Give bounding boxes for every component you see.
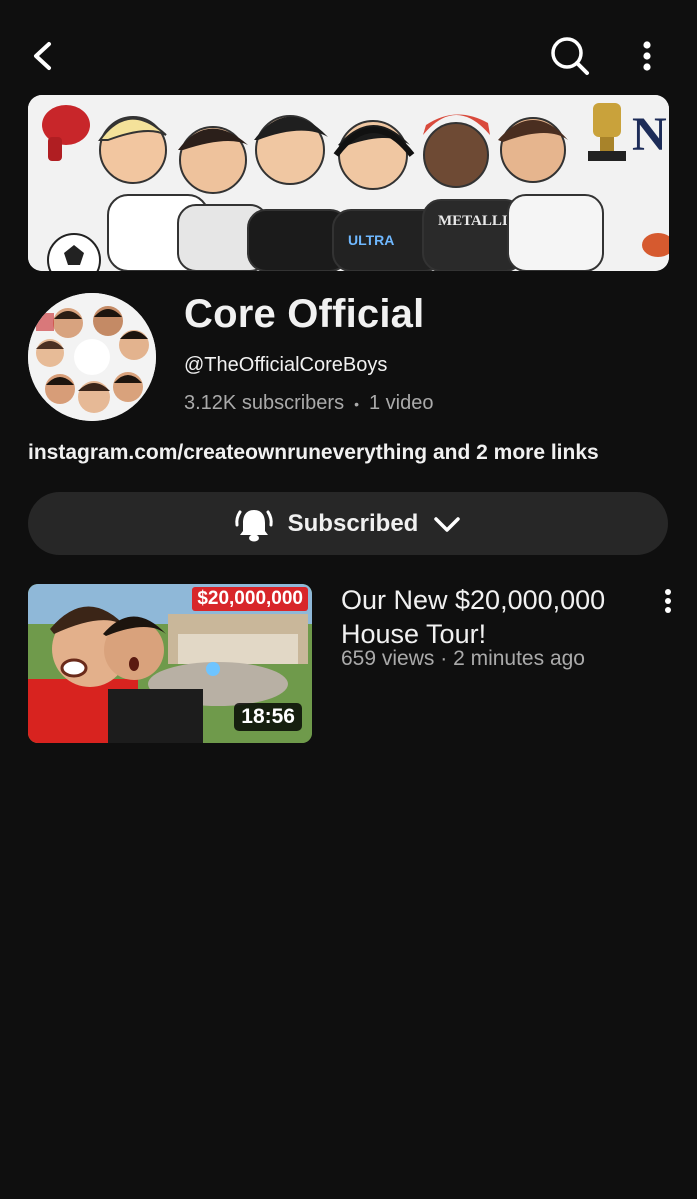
thumbnail-price-tag: $20,000,000 [192, 587, 308, 611]
search-icon [551, 37, 589, 75]
subscriber-count: 3.12K subscribers [184, 392, 345, 414]
trophy-icon [588, 103, 626, 161]
meta-separator: • [354, 395, 359, 412]
channel-link[interactable]: instagram.com/createownruneverything [28, 441, 427, 464]
top-bar [0, 0, 697, 95]
channel-banner: N ULTRA METALLICA [28, 95, 669, 271]
video-list-item[interactable]: $20,000,000 18:56 Our New $20,000,000 Ho… [28, 583, 671, 744]
video-duration: 18:56 [234, 703, 302, 731]
video-thumbnail[interactable]: $20,000,000 18:56 [28, 584, 312, 743]
video-title[interactable]: Our New $20,000,000 House Tour! [341, 583, 631, 651]
svg-text:ULTRA: ULTRA [348, 232, 394, 248]
channel-handle: @TheOfficialCoreBoys [184, 354, 388, 376]
svg-text:N: N [632, 108, 667, 161]
bell-icon [234, 509, 273, 541]
banner-illustration: N ULTRA METALLICA [28, 95, 669, 271]
more-vertical-icon [665, 589, 671, 613]
channel-name: Core Official [184, 292, 425, 336]
back-button[interactable] [22, 34, 62, 78]
channel-avatar[interactable] [28, 293, 156, 421]
video-meta-separator: · [440, 647, 454, 670]
more-links-text[interactable]: and 2 more links [433, 441, 599, 464]
chevron-down-icon [434, 516, 461, 532]
subscribed-button[interactable]: Subscribed [28, 492, 668, 555]
video-more-button[interactable] [656, 586, 680, 616]
video-count: 1 video [368, 392, 434, 414]
video-views: 659 views [341, 647, 435, 670]
more-options-button[interactable] [628, 34, 666, 78]
channel-links[interactable]: instagram.com/createownruneverything and… [28, 441, 599, 465]
search-button[interactable] [546, 33, 594, 79]
video-age: 2 minutes ago [453, 647, 585, 670]
more-vertical-icon [643, 41, 651, 71]
subscribed-label: Subscribed [287, 509, 419, 537]
video-meta: 659 views · 2 minutes ago [341, 647, 585, 671]
channel-meta: 3.12K subscribers • 1 video [184, 392, 433, 415]
chevron-left-icon [34, 42, 51, 70]
avatar-image [28, 293, 156, 421]
